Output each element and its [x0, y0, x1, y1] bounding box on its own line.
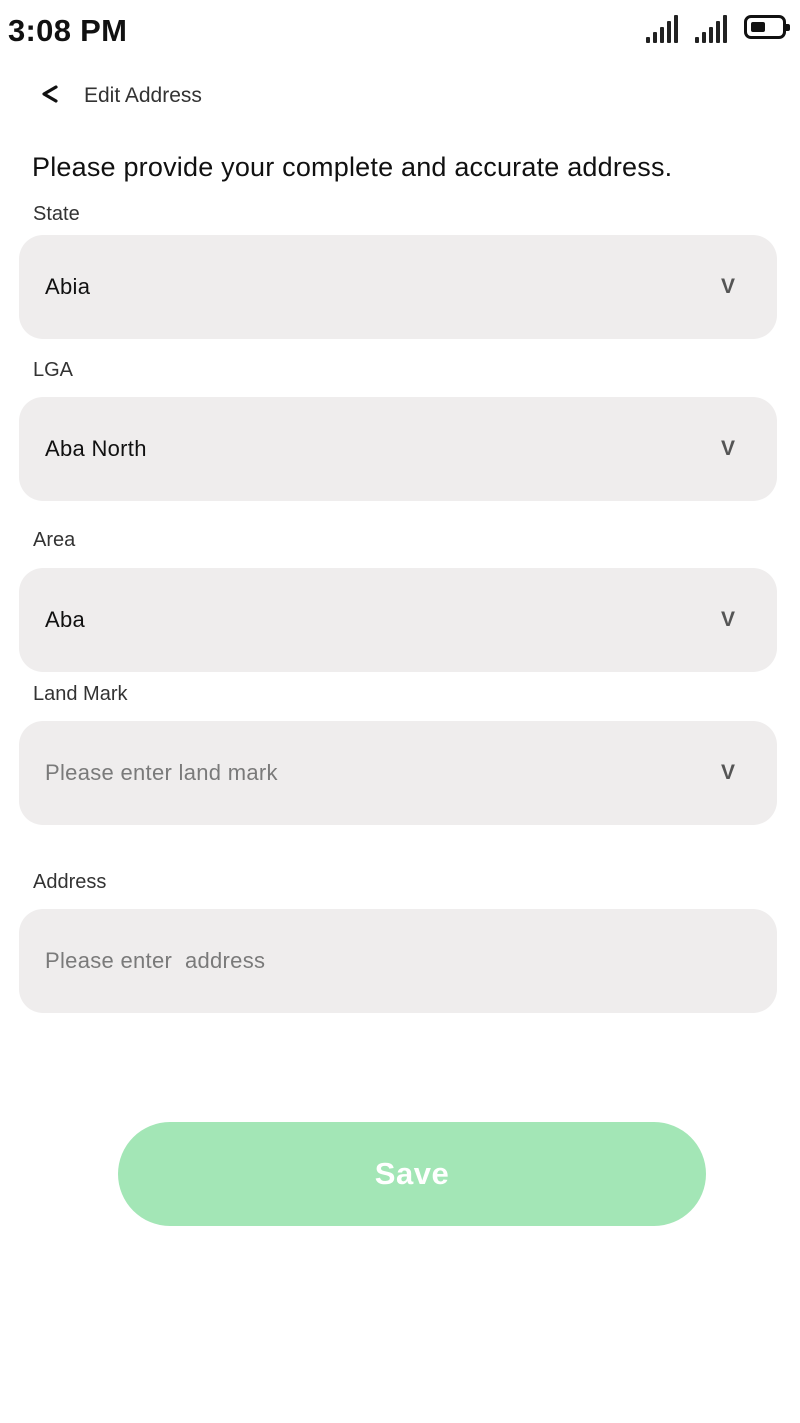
chevron-down-icon: V	[720, 437, 735, 460]
status-icons	[646, 13, 790, 43]
area-select[interactable]: Aba V	[19, 568, 777, 672]
address-label: Address	[33, 871, 107, 893]
address-input[interactable]: Please enter address	[19, 909, 777, 1013]
status-bar: 3:08 PM	[0, 0, 800, 62]
state-select[interactable]: Abia V	[19, 235, 777, 339]
area-label: Area	[33, 529, 76, 551]
area-value: Aba	[45, 607, 86, 632]
lga-value: Aba North	[45, 436, 147, 461]
edit-address-screen: 3:08 PM Edit Address Please provide your…	[0, 0, 800, 1423]
state-label: State	[33, 203, 80, 225]
state-value: Abia	[45, 274, 91, 299]
status-time: 3:08 PM	[8, 13, 128, 48]
lga-label: LGA	[33, 359, 74, 381]
save-button[interactable]: Save	[118, 1122, 706, 1226]
signal-icon	[695, 13, 727, 43]
page-title: Edit Address	[84, 84, 202, 107]
intro-text: Please provide your complete and accurat…	[32, 152, 673, 182]
back-chevron-icon	[42, 85, 58, 103]
header: Edit Address	[0, 72, 800, 116]
landmark-label: Land Mark	[33, 683, 128, 705]
landmark-placeholder: Please enter land mark	[45, 760, 278, 785]
address-placeholder: Please enter address	[45, 948, 266, 973]
back-button[interactable]	[32, 72, 68, 116]
chevron-down-icon: V	[720, 608, 735, 631]
save-button-label: Save	[374, 1156, 450, 1191]
battery-icon	[744, 15, 790, 39]
signal-icon	[646, 13, 678, 43]
landmark-select[interactable]: Please enter land mark V	[19, 721, 777, 825]
lga-select[interactable]: Aba North V	[19, 397, 777, 501]
chevron-down-icon: V	[720, 275, 735, 298]
chevron-down-icon: V	[720, 761, 735, 784]
